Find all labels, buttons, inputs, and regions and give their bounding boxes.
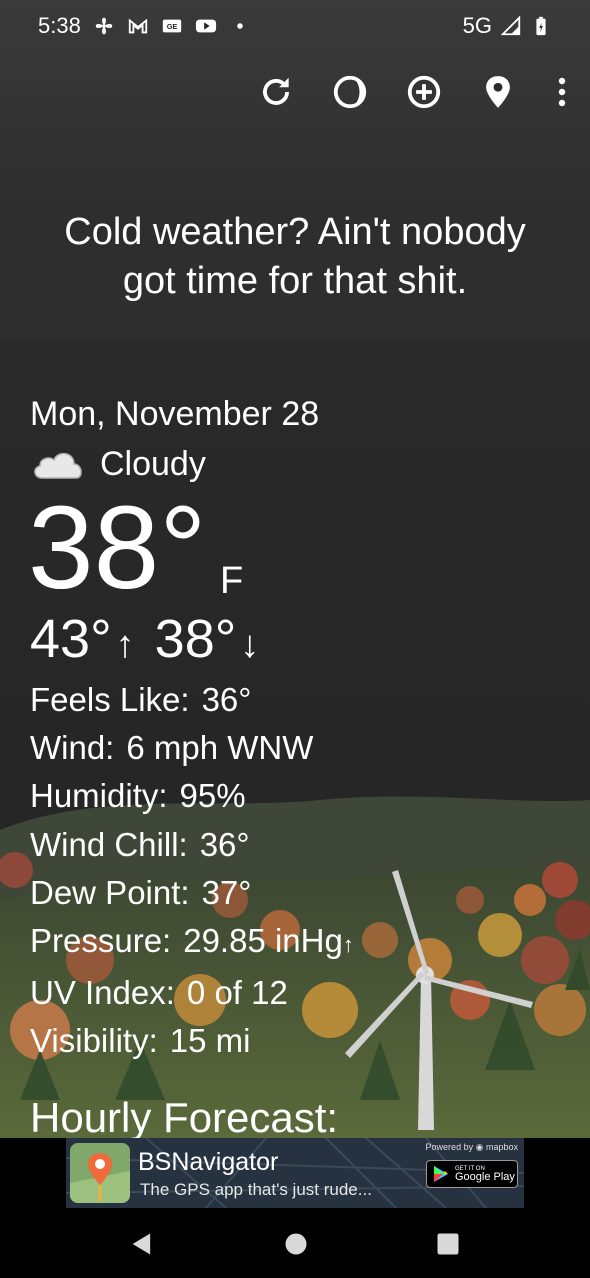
detail-label: Feels Like: xyxy=(30,681,190,718)
current-date: Mon, November 28 xyxy=(30,395,320,433)
high-temperature: 43° xyxy=(30,609,112,669)
play-big-text: Google Play xyxy=(455,1170,515,1183)
detail-label: Pressure: xyxy=(30,922,172,960)
recents-icon[interactable] xyxy=(434,1230,462,1258)
fan-icon xyxy=(95,17,113,35)
status-time: 5:38 xyxy=(38,13,81,38)
dot-icon xyxy=(237,23,243,29)
detail-value: 37° xyxy=(201,873,252,911)
navigation-bar xyxy=(0,1208,590,1278)
add-location-icon xyxy=(407,75,441,109)
gmail-icon xyxy=(128,18,147,34)
toolbar xyxy=(256,72,572,112)
network-label: 5G xyxy=(462,13,492,38)
news-icon: GE xyxy=(162,19,181,33)
google-play-icon xyxy=(434,1166,448,1182)
tagline-line-2: got time for that shit. xyxy=(122,260,468,302)
detail-value: 95% xyxy=(179,777,246,815)
high-low-row: 43° ↑ 38° ↓ xyxy=(30,608,259,670)
detail-value: 29.85 inHg xyxy=(183,922,343,960)
google-play-badge[interactable]: GET IT ON Google Play xyxy=(426,1160,518,1188)
detail-humidity: Humidity: 95% xyxy=(30,772,354,820)
moon-phase-icon xyxy=(333,75,367,109)
signal-icon xyxy=(500,15,521,36)
ad-area: BSNavigator The GPS app that's just rude… xyxy=(0,1138,590,1208)
detail-pressure: Pressure: 29.85 inHg↑ xyxy=(30,917,354,969)
detail-label: UV Index: xyxy=(30,974,175,1012)
detail-value: 15 mi xyxy=(169,1022,251,1060)
moon-phase-button[interactable] xyxy=(330,72,370,112)
detail-label: Wind: xyxy=(30,729,115,767)
detail-value: 0 of 12 xyxy=(186,974,288,1012)
status-bar: 5:38 GE 5G xyxy=(0,0,590,52)
more-vert-icon xyxy=(558,77,566,107)
condition-text: Cloudy xyxy=(100,444,206,483)
refresh-button[interactable] xyxy=(256,72,296,112)
detail-label: Visibility: xyxy=(30,1022,158,1060)
back-icon[interactable] xyxy=(128,1230,156,1258)
mapbox-text: mapbox xyxy=(485,1142,518,1152)
svg-text:GE: GE xyxy=(167,22,178,31)
battery-icon xyxy=(536,16,546,36)
detail-dew-point: Dew Point: 37° xyxy=(30,869,354,917)
low-arrow: ↓ xyxy=(240,624,260,666)
detail-label: Dew Point: xyxy=(30,873,190,911)
weather-details: Feels Like: 36° Wind: 6 mph WNW Humidity: 9… xyxy=(30,676,354,1066)
ad-app-icon xyxy=(70,1143,130,1203)
detail-label: Wind Chill: xyxy=(30,825,188,863)
detail-label: Humidity: xyxy=(30,777,168,815)
detail-feels-like: Feels Like: 36° xyxy=(30,676,354,724)
mapbox-logo: ◉ xyxy=(475,1142,484,1152)
condition-row: Cloudy xyxy=(30,444,206,484)
ad-title: BSNavigator xyxy=(138,1148,279,1176)
location-pin-icon xyxy=(486,76,510,108)
weather-app: 5:38 GE 5G Cold weather? Ain't nobody go… xyxy=(0,0,590,1278)
detail-wind-chill: Wind Chill: 36° xyxy=(30,821,354,869)
home-icon[interactable] xyxy=(282,1230,310,1258)
detail-value: 36° xyxy=(201,681,252,718)
high-arrow: ↑ xyxy=(115,624,135,666)
temperature-unit: F xyxy=(220,560,244,602)
detail-value: 36° xyxy=(199,825,250,863)
snarky-tagline: Cold weather? Ain't nobody got time for … xyxy=(20,208,570,306)
detail-uv-index: UV Index: 0 of 12 xyxy=(30,969,354,1017)
tagline-line-1: Cold weather? Ain't nobody xyxy=(64,211,526,253)
location-button[interactable] xyxy=(478,72,518,112)
cloud-icon xyxy=(34,452,82,479)
hourly-forecast-title: Hourly Forecast: xyxy=(30,1094,339,1141)
youtube-icon xyxy=(195,19,216,33)
refresh-icon xyxy=(263,77,289,105)
ad-banner[interactable]: BSNavigator The GPS app that's just rude… xyxy=(66,1138,524,1208)
detail-wind: Wind: 6 mph WNW xyxy=(30,724,354,772)
pressure-trend-icon: ↑ xyxy=(342,932,354,958)
add-location-button[interactable] xyxy=(404,72,444,112)
overflow-menu-button[interactable] xyxy=(552,72,572,112)
low-temperature: 38° xyxy=(154,609,237,669)
detail-visibility: Visibility: 15 mi xyxy=(30,1017,354,1065)
ad-powered-by: Powered by ◉ mapbox xyxy=(426,1142,518,1153)
detail-value: 6 mph WNW xyxy=(126,729,314,767)
current-temperature: 38° xyxy=(28,482,207,614)
powered-by-text: Powered by xyxy=(425,1142,474,1152)
ad-subtitle: The GPS app that's just rude... xyxy=(140,1180,372,1199)
